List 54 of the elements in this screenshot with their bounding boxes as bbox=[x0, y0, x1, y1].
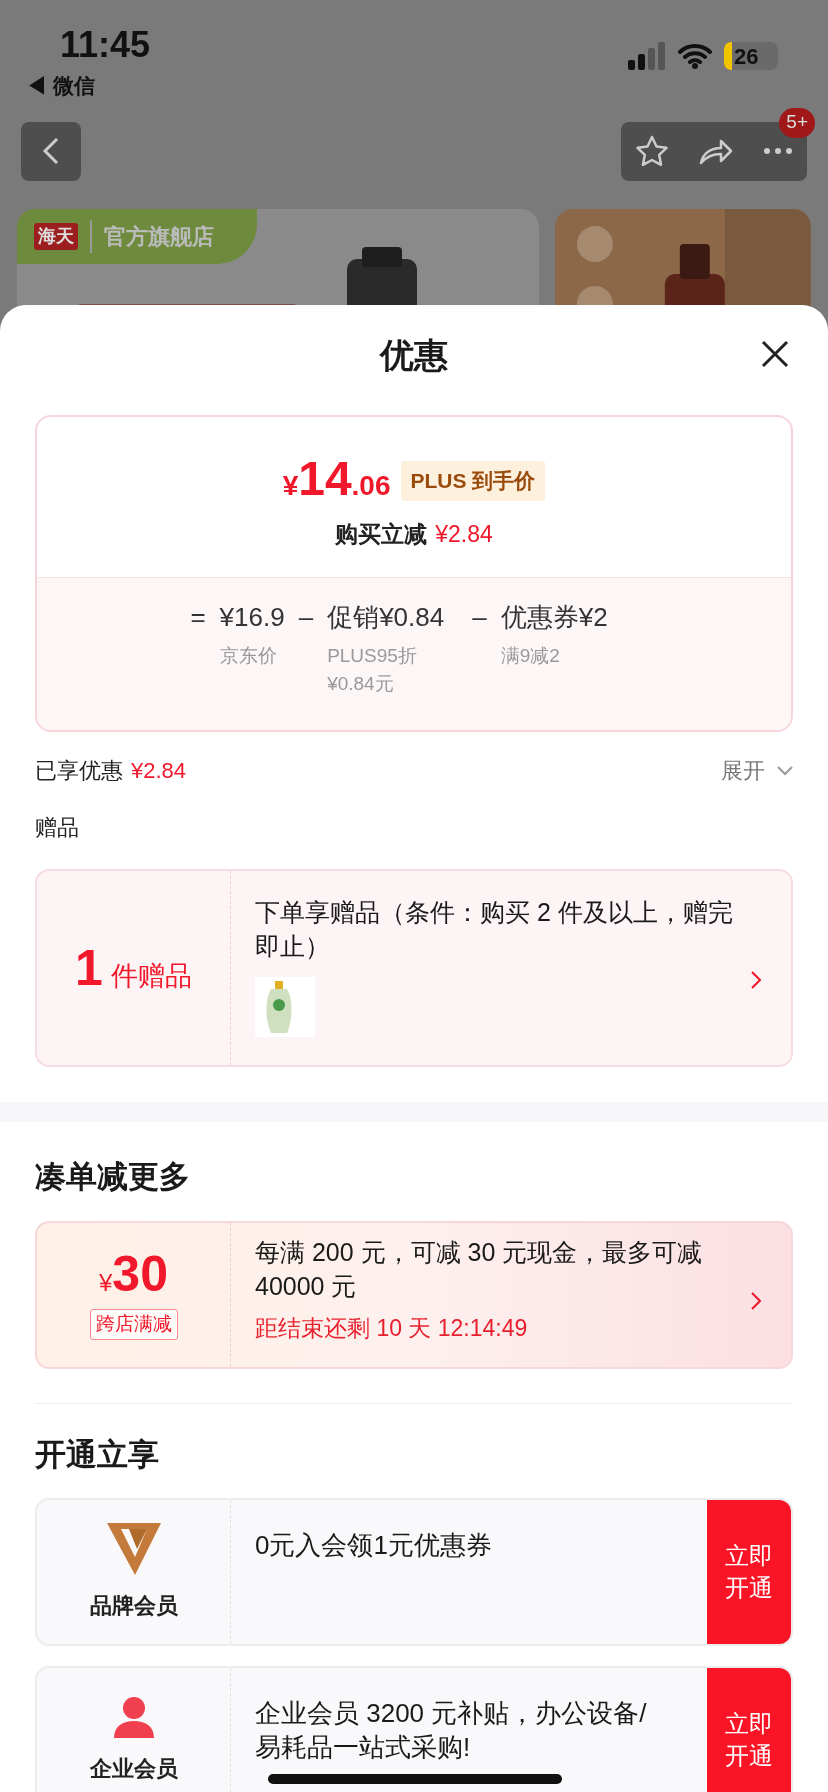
membership-name: 企业会员 bbox=[89, 1754, 178, 1783]
wifi-icon bbox=[678, 43, 712, 69]
back-icon bbox=[42, 137, 60, 165]
saving-amount: ¥2.84 bbox=[435, 520, 493, 549]
component-note: 京东价 bbox=[219, 644, 278, 668]
operator: – bbox=[298, 601, 314, 634]
section-heading: 开通立享 bbox=[35, 1436, 159, 1472]
promotion-description: 每满 200 元，可减 30 元现金，最多可减 40000 元 bbox=[255, 1236, 704, 1302]
back-button[interactable] bbox=[21, 121, 81, 181]
gift-card[interactable]: 1 件赠品 下单享赠品（条件：购买 2 件及以上，赠完即止） bbox=[35, 869, 793, 1067]
more-icon[interactable] bbox=[762, 147, 793, 155]
section-heading: 赠品 bbox=[35, 815, 79, 840]
discount-amount: ¥30 bbox=[99, 1249, 168, 1302]
notification-badge: 5+ bbox=[779, 107, 815, 138]
membership-name: 品牌会员 bbox=[89, 1591, 178, 1620]
chevron-down-icon bbox=[777, 765, 793, 776]
component-note: 满9减2 bbox=[500, 644, 561, 668]
chevron-right-icon bbox=[751, 971, 761, 989]
close-icon bbox=[760, 339, 790, 369]
expand-button[interactable]: 展开 bbox=[721, 754, 793, 787]
activate-button[interactable]: 立即开通 bbox=[707, 1500, 791, 1644]
person-icon bbox=[111, 1695, 156, 1738]
gift-count: 1 件赠品 bbox=[75, 938, 192, 998]
applied-amount: ¥2.84 bbox=[131, 757, 187, 785]
applied-label: 已享优惠 bbox=[35, 757, 123, 785]
back-to-app-link[interactable]: ◀ 微信 bbox=[26, 74, 95, 97]
plus-price-tag: PLUS 到手价 bbox=[400, 461, 546, 501]
membership-benefit: 0元入会领1元优惠券 bbox=[255, 1529, 492, 1562]
final-price: ¥14.06 bbox=[282, 455, 391, 507]
membership-benefit: 企业会员 3200 元补贴，办公设备/易耗品一站式采购! bbox=[255, 1697, 648, 1764]
price-component: 优惠券¥2 bbox=[500, 601, 608, 634]
operator: = bbox=[190, 601, 206, 634]
signal-icon bbox=[628, 42, 666, 70]
activate-button[interactable]: 立即开通 bbox=[707, 1668, 791, 1792]
section-heading: 凑单减更多 bbox=[35, 1159, 190, 1194]
saving-label: 购买立减 bbox=[335, 520, 428, 549]
promotion-tag: 跨店满减 bbox=[89, 1309, 178, 1340]
store-label: 官方旗舰店 bbox=[90, 219, 214, 253]
component-note: ¥0.84元 bbox=[327, 672, 395, 696]
v-logo-icon bbox=[106, 1522, 161, 1575]
price-component: ¥16.9 bbox=[219, 601, 285, 634]
component-note: PLUS95折 bbox=[327, 644, 418, 668]
price-component: 促销¥0.84 bbox=[327, 601, 445, 634]
brand-logo: 海天 bbox=[34, 222, 78, 250]
status-time: 11:45 bbox=[60, 23, 151, 67]
battery-icon: 26 bbox=[724, 42, 778, 70]
promotion-card[interactable]: ¥30 跨店满减 每满 200 元，可减 30 元现金，最多可减 40000 元 距结束还剩 10 天 12:14:49 bbox=[35, 1220, 793, 1369]
operator: – bbox=[472, 601, 487, 634]
sheet-title: 优惠 bbox=[380, 334, 448, 376]
star-icon[interactable] bbox=[635, 135, 670, 167]
chevron-right-icon bbox=[751, 1291, 761, 1310]
countdown: 距结束还剩 10 天 12:14:49 bbox=[255, 1313, 529, 1343]
close-button[interactable] bbox=[760, 339, 790, 369]
gift-description: 下单享赠品（条件：购买 2 件及以上，赠完即止） bbox=[255, 897, 734, 962]
